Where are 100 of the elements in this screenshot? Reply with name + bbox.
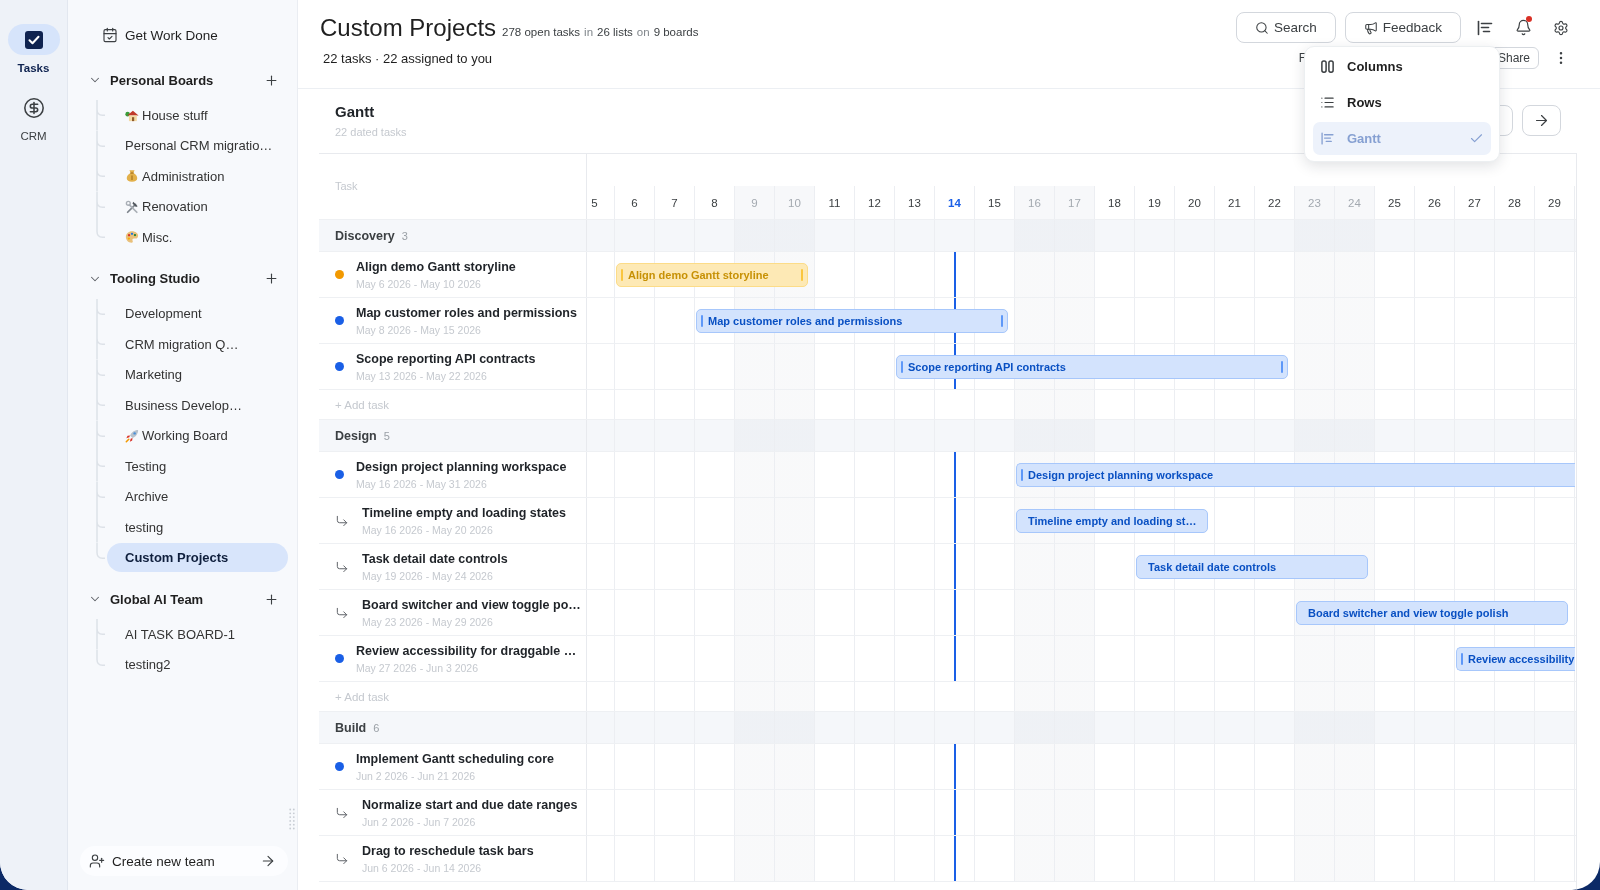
rail-nav-button[interactable]: Tasks xyxy=(7,24,60,75)
group-name: Build xyxy=(335,720,367,735)
search-button[interactable]: Search xyxy=(1235,12,1336,43)
dollar-circle-icon xyxy=(22,96,45,119)
tools-icon xyxy=(125,199,139,214)
drag-handle-icon[interactable] xyxy=(701,315,703,327)
staggered-lines-icon xyxy=(1476,18,1494,37)
megaphone-icon xyxy=(1363,20,1378,35)
page-subtitle: 22 tasks · 22 assigned to you xyxy=(322,50,493,66)
drag-handle-icon[interactable] xyxy=(621,269,623,281)
column-heading: Task xyxy=(335,179,358,193)
grip-icon[interactable] xyxy=(289,808,295,830)
day-number: 11 xyxy=(828,195,841,210)
sidebar-item[interactable]: AI TASK BOARD-1 xyxy=(107,619,288,649)
drag-handle-icon[interactable] xyxy=(1021,469,1023,481)
task-title: Scope reporting API contracts xyxy=(356,350,536,367)
rocket-icon xyxy=(125,428,139,443)
search-icon xyxy=(1254,20,1269,35)
stats-count: 278 open tasks xyxy=(502,25,581,38)
feedback-button[interactable]: Feedback xyxy=(1344,12,1461,43)
drag-handle-icon[interactable] xyxy=(1281,361,1283,373)
group-count: 6 xyxy=(373,721,380,734)
section-title: Tooling Studio xyxy=(110,271,200,286)
day-number: 17 xyxy=(1068,195,1081,210)
drag-handle-icon[interactable] xyxy=(1001,315,1003,327)
task-title: Drag to reschedule task bars xyxy=(362,842,534,859)
drag-handle-icon[interactable] xyxy=(901,361,903,373)
task-bar[interactable]: Task detail date controls xyxy=(1136,555,1368,579)
settings-icon xyxy=(1553,19,1569,36)
task-title: Board switcher and view toggle po… xyxy=(362,596,581,613)
sidebar-item[interactable]: CRM migration Q… xyxy=(107,329,288,359)
sidebar-item[interactable]: Custom Projects xyxy=(107,543,288,573)
drag-handle-icon[interactable] xyxy=(1461,653,1463,665)
arrow-right-icon xyxy=(1533,112,1550,129)
plus-icon xyxy=(263,72,279,88)
sidebar-item[interactable]: House stuff xyxy=(107,100,288,130)
plus-icon xyxy=(263,591,279,607)
task-bar[interactable]: Map customer roles and permissions xyxy=(696,309,1008,333)
section-title: Global AI Team xyxy=(110,591,204,607)
task-title: Review accessibility for draggable … xyxy=(356,642,577,659)
page-title: Custom Projects xyxy=(320,12,497,43)
task-title: Align demo Gantt storyline xyxy=(356,258,516,275)
add-user-icon xyxy=(89,853,105,869)
tree-connector xyxy=(96,481,105,512)
checked-box-icon xyxy=(7,24,60,55)
task-bar[interactable]: Scope reporting API contracts xyxy=(896,355,1288,379)
stats-count: 26 lists xyxy=(597,25,633,38)
tree-connector xyxy=(96,329,105,360)
corner-arrow-icon xyxy=(335,513,349,528)
money-bag-icon xyxy=(125,169,139,184)
next-button[interactable] xyxy=(1522,105,1561,136)
day-number: 22 xyxy=(1268,195,1281,210)
create-team-button[interactable]: Create new team xyxy=(80,846,288,876)
sidebar-item[interactable]: testing2 xyxy=(107,650,288,680)
task-title: Task detail date controls xyxy=(362,550,508,567)
day-number: 25 xyxy=(1388,195,1401,210)
day-number: 20 xyxy=(1188,195,1201,210)
day-number: 21 xyxy=(1228,195,1241,210)
task-bar[interactable]: Review accessibility xyxy=(1456,647,1575,671)
day-number: 16 xyxy=(1028,195,1041,210)
corner-arrow-icon xyxy=(335,559,349,574)
task-title: Timeline empty and loading states xyxy=(362,504,566,521)
sidebar-item[interactable]: Administration xyxy=(107,161,288,191)
sidebar-item[interactable]: Archive xyxy=(107,482,288,512)
day-number: 26 xyxy=(1428,195,1441,210)
day-number: 5 xyxy=(591,195,598,210)
day-number: 28 xyxy=(1508,195,1521,210)
tree-connector xyxy=(96,420,105,451)
sidebar-item[interactable]: Personal CRM migratio… xyxy=(107,131,288,161)
day-number: 8 xyxy=(711,195,718,210)
task-bar[interactable]: Board switcher and view toggle polish xyxy=(1296,601,1568,625)
columns-icon xyxy=(1320,59,1335,74)
drag-handle-icon[interactable] xyxy=(801,269,803,281)
day-number: 19 xyxy=(1148,195,1161,210)
house-icon xyxy=(125,108,139,123)
sidebar-item[interactable]: Testing xyxy=(107,451,288,481)
day-number: 23 xyxy=(1308,195,1321,210)
rail-nav-button[interactable]: CRM xyxy=(7,92,60,143)
sidebar-item[interactable]: Marketing xyxy=(107,360,288,390)
day-number: 24 xyxy=(1348,195,1361,210)
sidebar-item[interactable]: Development xyxy=(107,299,288,329)
sidebar-item[interactable]: Renovation xyxy=(107,192,288,222)
sidebar-item[interactable]: Misc. xyxy=(107,222,288,252)
corner-arrow-icon xyxy=(335,851,349,866)
arrow-right-icon xyxy=(260,853,276,869)
day-number: 13 xyxy=(908,195,921,210)
menu-item[interactable]: Rows xyxy=(1313,86,1491,119)
day-number: 9 xyxy=(751,195,758,210)
tree-connector xyxy=(96,130,105,161)
sidebar-link[interactable]: Get Work Done xyxy=(88,24,218,46)
tree-connector xyxy=(96,359,105,390)
task-bar[interactable]: Design project planning workspace xyxy=(1016,463,1575,487)
sidebar-item[interactable]: Business Develop… xyxy=(107,390,288,420)
stats-count: 9 boards xyxy=(653,25,699,38)
sidebar-item[interactable]: Working Board xyxy=(107,421,288,451)
group-name: Design xyxy=(335,428,377,443)
sidebar-item[interactable]: testing xyxy=(107,512,288,542)
plus-icon xyxy=(263,271,279,286)
task-bar[interactable]: Timeline empty and loading st… xyxy=(1016,509,1208,533)
task-title: Normalize start and due date ranges xyxy=(362,796,578,813)
